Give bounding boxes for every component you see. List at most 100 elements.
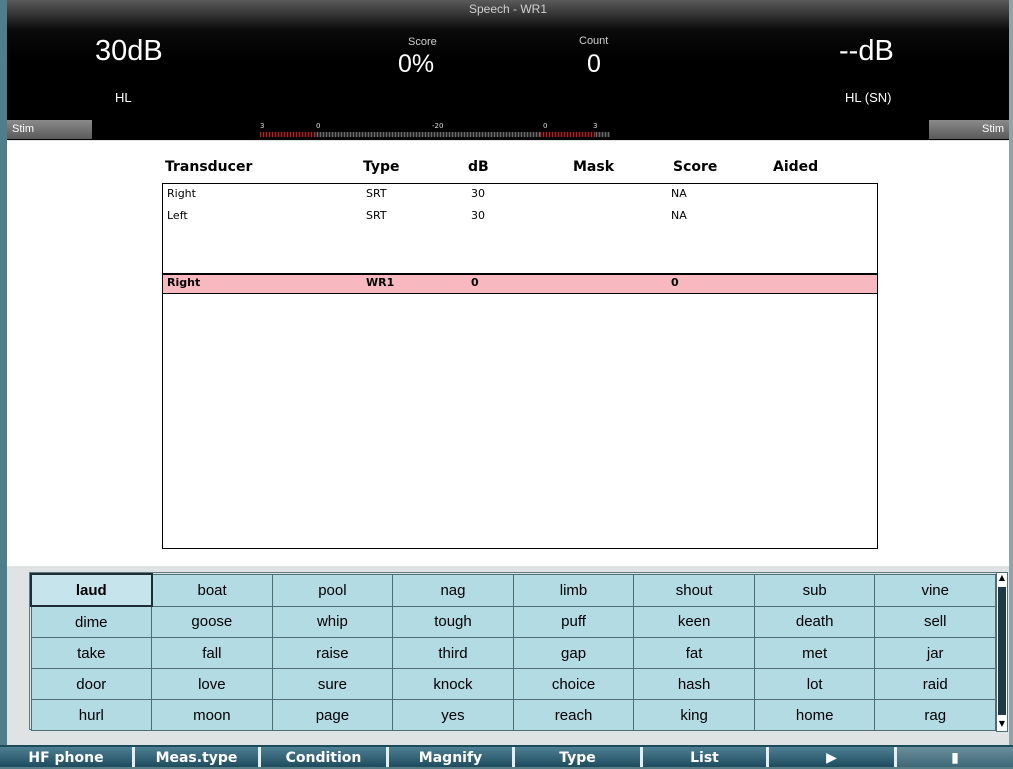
vu-tick: 0 <box>543 122 548 130</box>
word-cell[interactable]: gap <box>512 637 635 669</box>
cell-type: SRT <box>366 187 387 200</box>
table-row[interactable]: Left SRT 30 NA <box>163 208 877 225</box>
cell-score: NA <box>671 187 687 200</box>
word-cell[interactable]: raise <box>271 637 394 669</box>
word-row: door love sure knock choice hash lot raid <box>30 668 996 700</box>
word-cell[interactable]: met <box>753 637 876 669</box>
vu-meter-left-peak <box>260 132 315 137</box>
cell-db: 30 <box>471 187 485 200</box>
word-cell[interactable]: reach <box>512 699 635 731</box>
word-cell[interactable]: boat <box>151 573 273 607</box>
vu-tick: 0 <box>316 122 321 130</box>
word-cell[interactable]: keen <box>633 605 755 638</box>
cell-db: 30 <box>471 209 485 222</box>
word-row: take fall raise third gap fat met jar <box>30 637 996 669</box>
test-mode-title: Speech - WR1 <box>468 2 548 16</box>
word-cell[interactable]: knock <box>392 668 514 700</box>
next-page-arrow-icon[interactable]: ▶ <box>766 747 894 767</box>
stim-indicator-left[interactable]: Stim <box>7 120 92 139</box>
word-cell[interactable]: vine <box>874 573 996 607</box>
word-cell[interactable]: sell <box>874 605 996 638</box>
word-cell[interactable]: death <box>753 605 876 638</box>
cell-db: 0 <box>471 276 479 289</box>
count-label: Count <box>579 35 609 47</box>
column-header-type: Type <box>363 159 400 175</box>
window-left-edge <box>0 0 7 745</box>
hf-phone-button[interactable]: HF phone <box>0 747 132 767</box>
table-row[interactable]: Right SRT 30 NA <box>163 186 877 203</box>
vu-meter: 3 0 -20 0 3 <box>260 122 610 139</box>
type-button[interactable]: Type <box>512 747 640 767</box>
word-row: laud boat pool nag limb shout sub vine <box>30 573 996 607</box>
stop-button[interactable]: ▮ <box>894 747 1013 767</box>
cell-transducer: Left <box>167 209 188 222</box>
list-button[interactable]: List <box>640 747 766 767</box>
column-header-aided: Aided <box>773 159 819 175</box>
word-cell[interactable]: hash <box>633 668 755 700</box>
column-header-mask: Mask <box>573 159 615 175</box>
vu-meter-right-peak <box>540 132 595 137</box>
count-value: 0 <box>587 50 601 78</box>
word-cell[interactable]: shout <box>633 573 755 607</box>
word-cell[interactable]: door <box>30 668 153 700</box>
word-cell[interactable]: hurl <box>30 699 153 731</box>
word-cell[interactable]: choice <box>512 668 635 700</box>
word-cell[interactable]: dime <box>30 605 153 638</box>
word-cell[interactable]: sure <box>271 668 394 700</box>
cell-type: SRT <box>366 209 387 222</box>
word-cell[interactable]: page <box>271 699 394 731</box>
word-row: dime goose whip tough puff keen death sell <box>30 605 996 638</box>
vu-tick: -20 <box>432 122 444 130</box>
scroll-up-arrow-icon[interactable]: ▲ <box>997 573 1007 583</box>
word-cell[interactable]: puff <box>512 605 635 638</box>
scroll-thumb[interactable] <box>998 587 1006 715</box>
word-list-grid: laud boat pool nag limb shout sub vine dime goose… <box>29 572 997 731</box>
word-cell[interactable]: rag <box>874 699 996 731</box>
word-cell[interactable]: limb <box>512 573 635 607</box>
word-cell[interactable]: whip <box>271 605 394 638</box>
left-channel-unit: HL <box>115 90 132 105</box>
word-cell[interactable]: nag <box>392 573 514 607</box>
word-cell[interactable]: third <box>392 637 514 669</box>
vu-tick: 3 <box>593 122 598 130</box>
right-channel-level: --dB <box>839 35 894 67</box>
word-cell[interactable]: laud <box>30 573 153 607</box>
column-header-db: dB <box>468 159 489 175</box>
word-list-scrollbar[interactable]: ▲ ▼ <box>996 572 1008 732</box>
stimulus-bar: Stim 3 0 -20 0 3 Stim <box>7 120 1009 140</box>
scroll-down-arrow-icon[interactable]: ▼ <box>997 719 1007 729</box>
word-cell[interactable]: tough <box>392 605 514 638</box>
meas-type-button[interactable]: Meas.type <box>132 747 258 767</box>
word-cell[interactable]: fall <box>151 637 273 669</box>
word-cell[interactable]: goose <box>151 605 273 638</box>
status-header: Speech - WR1 30dB HL Score 0% Count 0 --… <box>7 0 1009 120</box>
condition-button[interactable]: Condition <box>258 747 386 767</box>
word-cell[interactable]: jar <box>874 637 996 669</box>
window-right-edge <box>1009 0 1013 745</box>
results-table: Right SRT 30 NA Left SRT 30 NA Right WR1… <box>162 183 878 549</box>
function-key-bar: HF phone Meas.type Condition Magnify Typ… <box>0 745 1013 767</box>
word-cell[interactable]: fat <box>633 637 755 669</box>
column-header-transducer: Transducer <box>165 159 253 175</box>
word-cell[interactable]: love <box>151 668 273 700</box>
word-table: laud boat pool nag limb shout sub vine dime goose… <box>30 573 996 731</box>
word-cell[interactable]: yes <box>392 699 514 731</box>
word-cell[interactable]: pool <box>271 573 394 607</box>
score-label: Score <box>408 36 437 48</box>
cell-score: NA <box>671 209 687 222</box>
word-cell[interactable]: raid <box>874 668 996 700</box>
magnify-button[interactable]: Magnify <box>386 747 512 767</box>
cell-type: WR1 <box>366 276 395 289</box>
word-cell[interactable]: moon <box>151 699 273 731</box>
word-cell[interactable]: sub <box>753 573 876 607</box>
vu-tick: 3 <box>260 122 265 130</box>
stim-indicator-right[interactable]: Stim <box>929 120 1009 139</box>
word-cell[interactable]: lot <box>753 668 876 700</box>
word-cell[interactable]: home <box>753 699 876 731</box>
cell-score: 0 <box>671 276 679 289</box>
table-row-active[interactable]: Right WR1 0 0 <box>163 273 877 294</box>
left-channel-level: 30dB <box>95 35 163 67</box>
word-cell[interactable]: king <box>633 699 755 731</box>
cell-transducer: Right <box>167 187 196 200</box>
word-cell[interactable]: take <box>30 637 153 669</box>
